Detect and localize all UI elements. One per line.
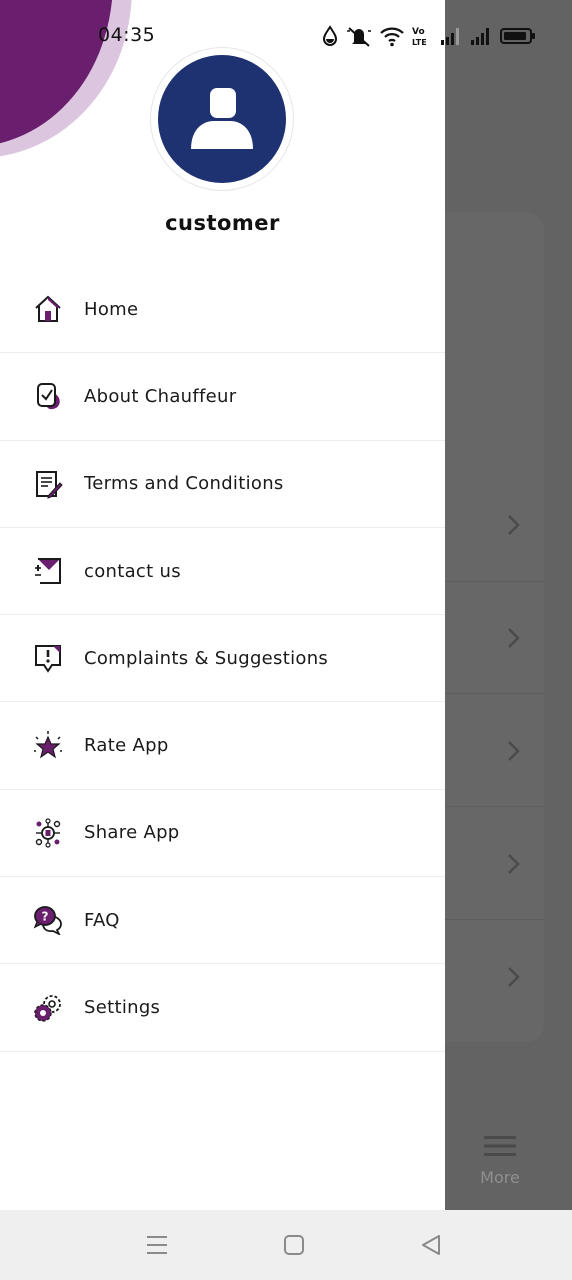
star-icon	[32, 730, 64, 762]
wifi-icon	[380, 27, 404, 47]
profile-username: customer	[165, 211, 280, 235]
menu-item-settings[interactable]: Settings	[0, 964, 445, 1052]
signal-icon	[471, 28, 489, 45]
background-row	[445, 582, 545, 694]
mute-icon	[347, 27, 371, 47]
user-avatar-icon	[191, 88, 253, 149]
svg-text:Vo: Vo	[412, 27, 425, 37]
svg-text:LTE: LTE	[412, 38, 427, 47]
menu-item-share[interactable]: Share App	[0, 790, 445, 878]
menu-label-home: Home	[84, 298, 139, 320]
chevron-right-icon	[508, 854, 520, 874]
menu-item-rate[interactable]: Rate App	[0, 702, 445, 790]
home-button-icon[interactable]	[280, 1232, 308, 1258]
menu-lines-icon	[484, 1136, 516, 1156]
more-label: More	[480, 1168, 520, 1187]
complaint-icon	[32, 642, 64, 674]
menu-item-terms[interactable]: Terms and Conditions	[0, 441, 445, 528]
menu-label-complaints: Complaints & Suggestions	[84, 647, 329, 669]
chevron-right-icon	[508, 628, 520, 648]
share-icon	[32, 817, 64, 849]
menu-label-contact: contact us	[84, 560, 181, 582]
status-time: 04:35	[98, 24, 156, 46]
about-icon	[32, 380, 64, 412]
system-nav-bar	[0, 1210, 572, 1280]
menu-item-contact[interactable]: contact us	[0, 528, 445, 616]
menu-item-complaints[interactable]: Complaints & Suggestions	[0, 615, 445, 703]
contact-icon	[32, 555, 64, 587]
signal-icon	[441, 28, 459, 45]
battery-icon	[500, 28, 535, 44]
more-tab: More	[470, 1134, 530, 1187]
menu-item-about[interactable]: About Chauffeur	[0, 353, 445, 441]
menu-label-rate: Rate App	[84, 735, 169, 757]
chevron-right-icon	[508, 741, 520, 761]
faq-icon: ?	[32, 904, 64, 936]
volte-icon: VoLTE	[412, 27, 427, 47]
avatar[interactable]	[158, 55, 286, 183]
home-icon	[32, 293, 64, 325]
menu-label-faq: FAQ	[84, 909, 120, 931]
menu-label-share: Share App	[84, 822, 180, 844]
menu-label-about: About Chauffeur	[84, 385, 237, 407]
back-icon[interactable]	[417, 1232, 445, 1258]
status-icons: Vo LTE	[322, 22, 536, 50]
menu-label-settings: Settings	[84, 997, 161, 1019]
background-row	[445, 808, 545, 920]
chevron-right-icon	[508, 515, 520, 535]
settings-icon	[32, 992, 64, 1024]
menu-item-faq[interactable]: ? FAQ	[0, 877, 445, 965]
terms-icon	[32, 468, 64, 500]
background-row	[445, 470, 545, 582]
drawer-menu: Home About Chauffeur Terms and Condition…	[0, 266, 445, 1052]
chevron-right-icon	[508, 967, 520, 987]
menu-item-home[interactable]: Home	[0, 266, 445, 354]
background-row	[445, 695, 545, 807]
navigation-drawer: customer Home About Chauffeur Terms and …	[0, 0, 445, 1210]
recent-apps-icon[interactable]	[143, 1232, 171, 1258]
water-drop-icon	[322, 25, 338, 46]
menu-label-terms: Terms and Conditions	[84, 473, 284, 495]
svg-text:?: ?	[42, 910, 49, 924]
